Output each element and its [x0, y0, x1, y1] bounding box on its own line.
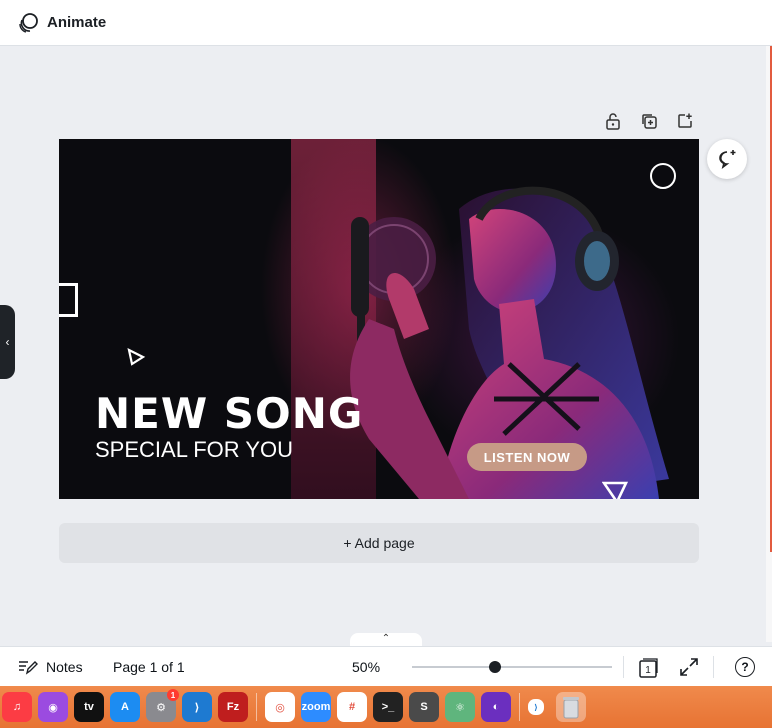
notes-button[interactable]: Notes — [18, 659, 83, 675]
music-icon[interactable]: ♫ — [2, 692, 32, 722]
page-count-label: 1 — [645, 665, 651, 676]
podcasts-icon[interactable]: ◉ — [38, 692, 68, 722]
page-toolbar — [602, 110, 696, 132]
sublime-icon[interactable]: S — [409, 692, 439, 722]
decorative-triangle-bottom[interactable] — [602, 480, 628, 499]
apple-tv-icon[interactable]: tv — [74, 692, 104, 722]
duplicate-icon — [642, 114, 657, 129]
notification-badge: 1 — [167, 689, 179, 701]
terminal-icon[interactable]: >_ — [373, 692, 403, 722]
decorative-square[interactable] — [59, 283, 78, 317]
headline-text[interactable]: NEW SONG — [95, 389, 363, 438]
trash-icon[interactable] — [556, 692, 586, 722]
add-page-button[interactable]: + Add page — [59, 523, 699, 563]
page-indicator: Page 1 of 1 — [113, 658, 185, 675]
add-page-icon — [678, 113, 692, 128]
decorative-triangle-left[interactable] — [126, 347, 146, 367]
design-canvas[interactable]: NEW SONG SPECIAL FOR YOU LISTEN NOW — [59, 139, 699, 499]
animate-button[interactable]: Animate — [47, 14, 106, 31]
help-button[interactable]: ? — [735, 657, 755, 677]
slack-icon[interactable]: # — [337, 692, 367, 722]
vscode-icon[interactable]: ⟩ — [182, 692, 212, 722]
expand-panel-button[interactable]: ⌃ — [350, 633, 422, 647]
app-store-icon[interactable]: A — [110, 692, 140, 722]
collapse-sidebar-button[interactable]: ‹ — [0, 305, 15, 379]
statusbar-divider — [623, 656, 624, 678]
zoom-percentage[interactable]: 50% — [352, 659, 380, 675]
unlock-page-button[interactable] — [602, 110, 624, 132]
trash-can-icon — [563, 697, 579, 719]
comment-add-icon — [719, 150, 736, 169]
zoom-icon[interactable]: zoom — [301, 692, 331, 722]
unlock-icon — [606, 113, 620, 130]
editor-topbar: Animate — [0, 0, 772, 46]
add-page-icon-button[interactable] — [674, 110, 696, 132]
zoom-slider-thumb[interactable] — [489, 661, 501, 673]
notes-icon — [19, 660, 38, 675]
atom-icon[interactable]: ⚛ — [445, 692, 475, 722]
fullscreen-icon[interactable] — [679, 657, 699, 677]
dock-separator — [256, 693, 257, 721]
animate-icon[interactable] — [17, 12, 39, 34]
notes-label: Notes — [46, 658, 83, 675]
minimized-vscode-icon[interactable]: ⟩ — [528, 699, 544, 715]
page-grid-button[interactable]: 1 — [637, 657, 659, 679]
decorative-circle[interactable] — [650, 163, 676, 189]
subheadline-text[interactable]: SPECIAL FOR YOU — [95, 437, 293, 463]
system-settings-icon[interactable]: ⚙ 1 — [146, 689, 179, 722]
editor-statusbar: Notes Page 1 of 1 50% 1 ? — [0, 646, 772, 686]
statusbar-divider — [713, 656, 714, 678]
firefox-icon[interactable]: ◐ — [481, 692, 511, 722]
macos-dock: ♫ ◉ tv A ⚙ 1 ⟩ Fz ◎ zoom # >_ S ⚛ ◐ ⟩ — [0, 686, 772, 728]
chevron-up-icon: ⌃ — [381, 633, 391, 644]
dock-separator — [519, 693, 520, 721]
listen-now-button[interactable]: LISTEN NOW — [467, 443, 587, 471]
duplicate-page-button[interactable] — [638, 110, 660, 132]
chevron-left-icon: ‹ — [5, 335, 10, 349]
chrome-icon[interactable]: ◎ — [265, 692, 295, 722]
zoom-slider-track[interactable] — [412, 666, 612, 668]
filezilla-icon[interactable]: Fz — [218, 692, 248, 722]
add-comment-button[interactable] — [707, 139, 747, 179]
